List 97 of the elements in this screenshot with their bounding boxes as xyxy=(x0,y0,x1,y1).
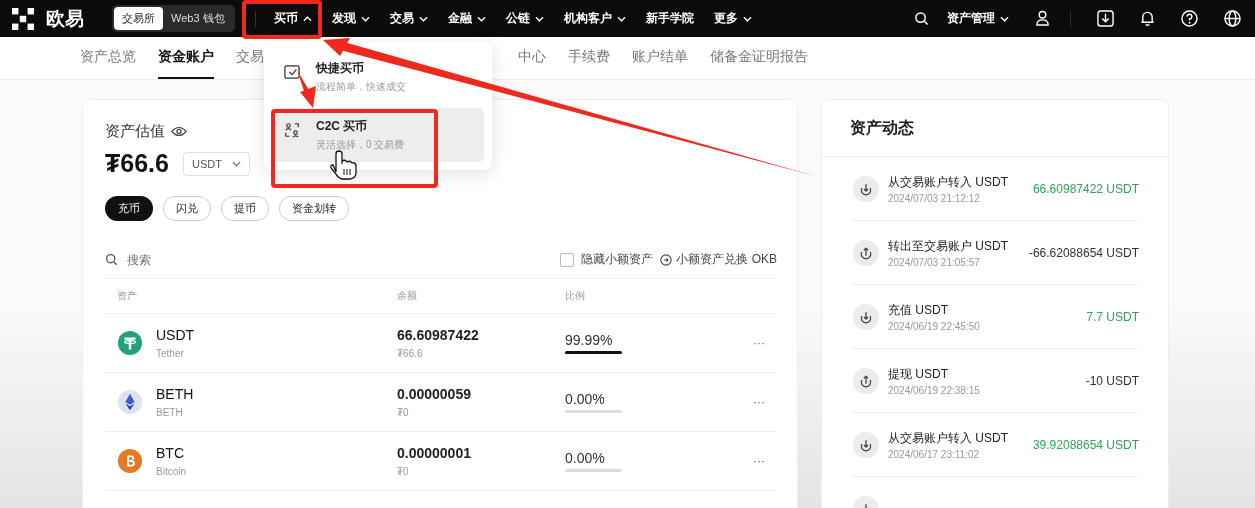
tether-coin-icon xyxy=(117,330,143,356)
card-icon xyxy=(284,64,300,80)
nav-menu-item[interactable]: 公链 xyxy=(505,10,544,27)
ratio-bar xyxy=(565,469,622,472)
chevron-icon xyxy=(418,15,428,22)
asset-symbol: BTC xyxy=(156,445,185,461)
nav-menu-item[interactable]: 金融 xyxy=(447,10,486,27)
activity-amount: -66.62088654 USDT xyxy=(1028,245,1139,260)
logo-text[interactable]: 欧易 xyxy=(46,5,84,32)
checkbox[interactable] xyxy=(560,252,575,267)
asset-ratio: 0.00% xyxy=(565,450,606,466)
nav-menu-item[interactable]: 机构客户 xyxy=(563,10,626,27)
mode-tab[interactable]: 交易所 xyxy=(114,7,163,30)
balance-value: ₮66.6 xyxy=(397,348,424,359)
nav-menu-item[interactable]: 新手学院 xyxy=(645,10,694,27)
nav-menu-item[interactable]: 更多 xyxy=(713,10,752,27)
logo-icon[interactable] xyxy=(12,7,34,30)
exchange-users-icon xyxy=(284,122,300,138)
chevron-icon xyxy=(534,15,544,22)
chevron-icon xyxy=(1000,15,1009,22)
currency-select[interactable]: USDT xyxy=(182,151,250,176)
mode-tab[interactable]: Web3 钱包 xyxy=(163,7,233,30)
nav-menu-item[interactable]: 发现 xyxy=(331,10,370,27)
asset-balance: 66.60987422 xyxy=(397,327,480,343)
account-tab[interactable]: 中心 xyxy=(518,37,546,79)
action-button[interactable]: 充币 xyxy=(105,196,153,221)
asset-name: BETH xyxy=(156,407,184,418)
activity-title-text: 提现 USDT xyxy=(888,365,949,383)
activity-title-text: 转出至交易账户 USDT xyxy=(888,237,1008,255)
ratio-bar xyxy=(565,351,622,354)
column-header: 余额 xyxy=(397,289,418,303)
menu-item[interactable]: C2C 买币 灵活选择，0 交易费 xyxy=(272,108,484,162)
help-icon[interactable] xyxy=(1181,10,1198,27)
asset-ratio: 99.99% xyxy=(565,332,614,348)
account-tab[interactable]: 储备金证明报告 xyxy=(710,37,808,79)
account-tab[interactable]: 资金账户 xyxy=(158,37,214,79)
activity-time: 2024/07/03 21:12:12 xyxy=(888,192,981,204)
ethereum-coin-icon xyxy=(117,389,143,415)
activity-amount: 7.7 USDT xyxy=(1086,309,1139,324)
activity-time: 2024/06/19 22:45:50 xyxy=(888,320,980,332)
chevron-icon xyxy=(360,15,370,22)
activity-title-text: 从交易账户转入 USDT xyxy=(888,429,1008,447)
nav-menu-item[interactable]: 交易 xyxy=(389,10,428,27)
convert-link[interactable]: 小额资产兑换 OKB xyxy=(676,251,777,268)
account-tab[interactable]: 交易 xyxy=(236,37,264,79)
action-button[interactable]: 资金划转 xyxy=(279,196,349,221)
activity-amount: 66.60987422 USDT xyxy=(1032,181,1139,196)
column-header: 资产 xyxy=(116,289,138,303)
asset-management-menu[interactable]: 资产管理 xyxy=(947,10,1009,27)
asset-ratio: 0.00% xyxy=(565,391,606,407)
search-icon xyxy=(105,253,118,266)
menu-item[interactable]: 快捷买币 流程简单，快速成交 xyxy=(272,50,484,104)
column-header: 比例 xyxy=(565,289,585,303)
nav-menu-item[interactable]: 买币 xyxy=(273,10,312,27)
bell-icon[interactable] xyxy=(1140,10,1155,27)
account-tab[interactable]: 资产总览 xyxy=(80,37,136,79)
chevron-icon xyxy=(231,160,241,167)
chevron-icon xyxy=(476,15,486,22)
checkbox-label[interactable]: 隐藏小额资产 xyxy=(581,251,654,268)
more-button[interactable]: ··· xyxy=(747,453,771,469)
account-tab[interactable]: 账户结单 xyxy=(632,37,688,79)
balance-value: ₮0 xyxy=(397,466,410,477)
chevron-icon xyxy=(742,15,752,22)
asset-symbol: USDT xyxy=(156,327,195,343)
globe-icon[interactable] xyxy=(1224,10,1241,27)
action-button[interactable]: 提币 xyxy=(221,196,269,221)
asset-symbol: BETH xyxy=(156,386,194,402)
activity-title-text: 充值 USDT xyxy=(888,301,949,319)
search-field[interactable]: 搜索 xyxy=(125,251,329,268)
activity-amount: 39.92088654 USDT xyxy=(1032,437,1139,452)
asset-name: Tether xyxy=(156,348,185,359)
annotation-arrow xyxy=(297,70,316,108)
asset-name: Bitcoin xyxy=(156,466,186,477)
asset-balance: 0.00000001 xyxy=(397,445,472,461)
asset-balance: 0.00000059 xyxy=(397,386,472,402)
chevron-icon xyxy=(302,15,312,22)
eye-icon[interactable] xyxy=(171,126,187,137)
activity-time: 2024/06/17 23:11:02 xyxy=(888,448,980,460)
bitcoin-coin-icon xyxy=(117,448,143,474)
account-tab[interactable]: 手续费 xyxy=(568,37,610,79)
user-icon[interactable] xyxy=(1035,10,1050,27)
more-button[interactable]: ··· xyxy=(747,394,771,410)
balance-value: ₮0 xyxy=(397,407,410,418)
valuation-title: 资产估值 xyxy=(105,122,165,141)
ratio-bar xyxy=(565,410,622,413)
action-button[interactable]: 闪兑 xyxy=(163,196,211,221)
activity-amount: -10 USDT xyxy=(1085,373,1139,388)
activity-time: 2024/07/03 21:05:57 xyxy=(888,256,981,268)
more-button[interactable]: ··· xyxy=(747,335,771,351)
search-icon[interactable] xyxy=(914,11,929,26)
convert-icon xyxy=(660,253,673,266)
download-icon[interactable] xyxy=(1097,10,1114,27)
chevron-icon xyxy=(616,15,626,22)
activity-title: 资产动态 xyxy=(822,100,1168,157)
activity-title-text: 从交易账户转入 USDT xyxy=(888,173,1008,191)
activity-time: 2024/06/19 22:38:15 xyxy=(888,384,980,396)
total-value: ₮66.6 xyxy=(105,149,169,178)
